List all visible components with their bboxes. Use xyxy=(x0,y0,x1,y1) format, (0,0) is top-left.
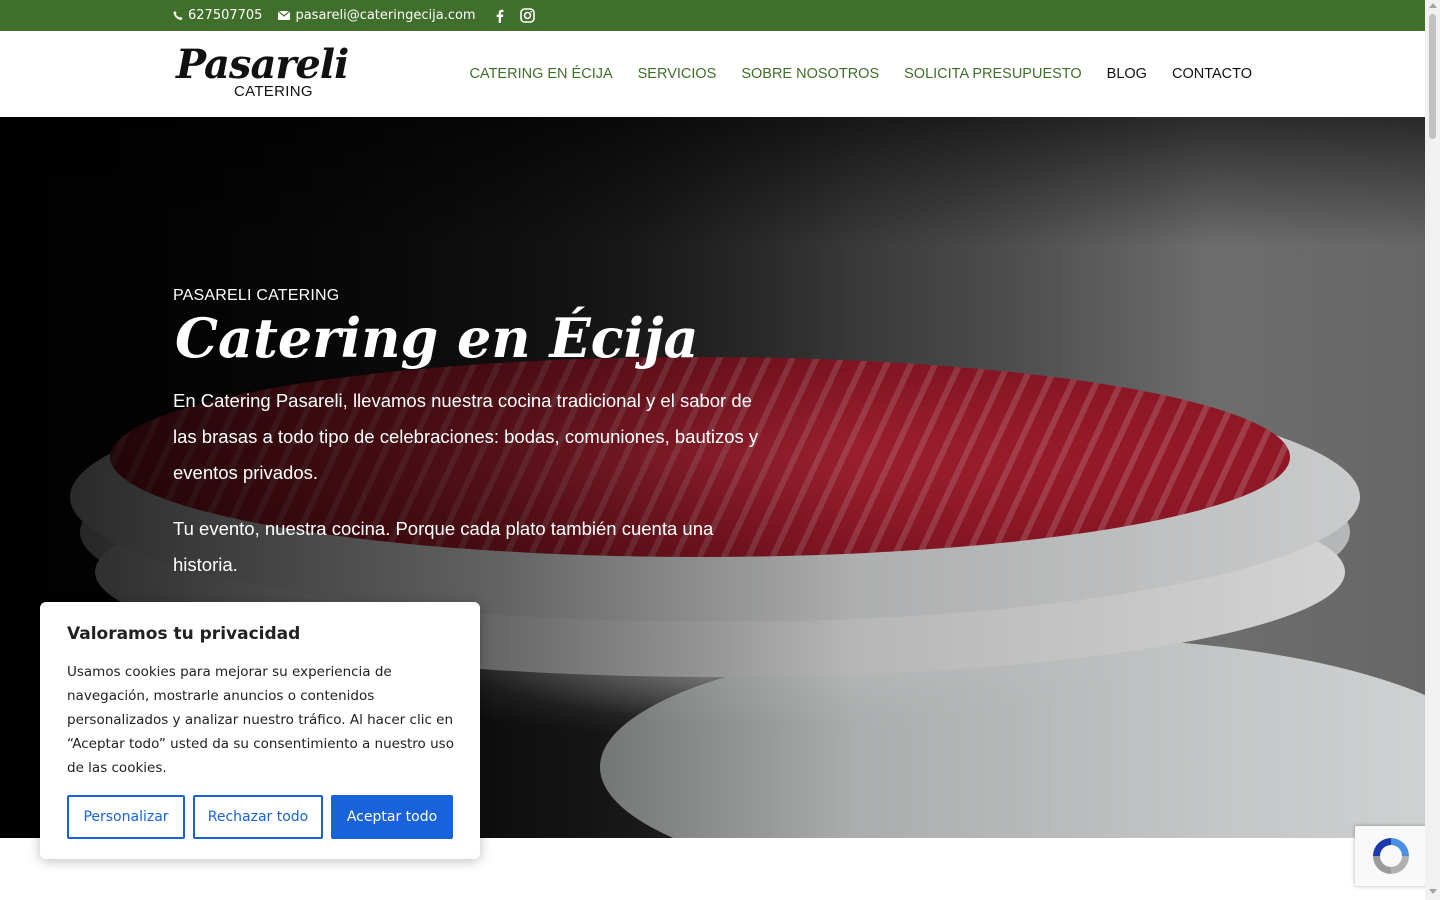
cookie-buttons: Personalizar Rechazar todo Aceptar todo xyxy=(67,795,453,839)
mail-icon xyxy=(278,11,291,20)
hero-tagline: Tu evento, nuestra cocina. Porque cada p… xyxy=(173,518,714,575)
site-header: Pasareli CATERING CATERING EN ÉCIJA SERV… xyxy=(0,31,1425,117)
recaptcha-badge[interactable] xyxy=(1355,826,1430,886)
customize-button[interactable]: Personalizar xyxy=(67,795,185,839)
nav-item-servicios[interactable]: SERVICIOS xyxy=(638,66,717,82)
site-logo[interactable]: Pasareli CATERING xyxy=(176,41,349,105)
scrollbar-thumb[interactable] xyxy=(1429,14,1436,139)
hero-paragraph: En Catering Pasareli, llevamos nuestra c… xyxy=(173,390,759,483)
nav-item-sobre-nosotros[interactable]: SOBRE NOSOTROS xyxy=(741,66,879,82)
facebook-icon xyxy=(496,9,504,23)
phone-number: 627507705 xyxy=(188,8,263,23)
top-bar: 627507705 pasareli@cateringecija.com xyxy=(0,0,1425,31)
email-link[interactable]: pasareli@cateringecija.com xyxy=(278,8,476,23)
facebook-link[interactable] xyxy=(496,9,504,23)
phone-icon xyxy=(173,10,183,21)
instagram-link[interactable] xyxy=(519,8,535,23)
hero-content: PASARELI CATERING Catering en Écija En C… xyxy=(173,287,773,583)
hero-title: Catering en Écija xyxy=(175,306,699,370)
reject-all-button[interactable]: Rechazar todo xyxy=(193,795,323,839)
main-nav: CATERING EN ÉCIJA SERVICIOS SOBRE NOSOTR… xyxy=(470,31,1253,117)
logo-subtitle: CATERING xyxy=(234,83,313,100)
email-address: pasareli@cateringecija.com xyxy=(295,8,476,23)
nav-item-contacto[interactable]: CONTACTO xyxy=(1172,66,1252,82)
logo-script: Pasareli xyxy=(176,41,349,88)
top-bar-contacts: 627507705 pasareli@cateringecija.com xyxy=(173,0,535,31)
instagram-icon xyxy=(519,8,535,23)
nav-item-catering-en-ecija[interactable]: CATERING EN ÉCIJA xyxy=(470,66,613,82)
scroll-up-arrow[interactable] xyxy=(1429,3,1437,8)
scroll-down-arrow[interactable] xyxy=(1429,889,1437,894)
hero-eyebrow: PASARELI CATERING xyxy=(173,287,340,304)
cookie-banner: Valoramos tu privacidad Usamos cookies p… xyxy=(40,602,480,859)
phone-link[interactable]: 627507705 xyxy=(173,8,262,23)
hero-top-shadow xyxy=(0,117,1425,247)
nav-item-solicita-presupuesto[interactable]: SOLICITA PRESUPUESTO xyxy=(904,66,1082,82)
recaptcha-icon xyxy=(1373,838,1409,874)
page-scrollbar[interactable] xyxy=(1425,0,1440,900)
accept-all-button[interactable]: Aceptar todo xyxy=(331,795,453,839)
cookie-text: Usamos cookies para mejorar su experienc… xyxy=(67,664,454,776)
nav-item-blog[interactable]: BLOG xyxy=(1107,66,1147,82)
cookie-title: Valoramos tu privacidad xyxy=(67,624,301,644)
